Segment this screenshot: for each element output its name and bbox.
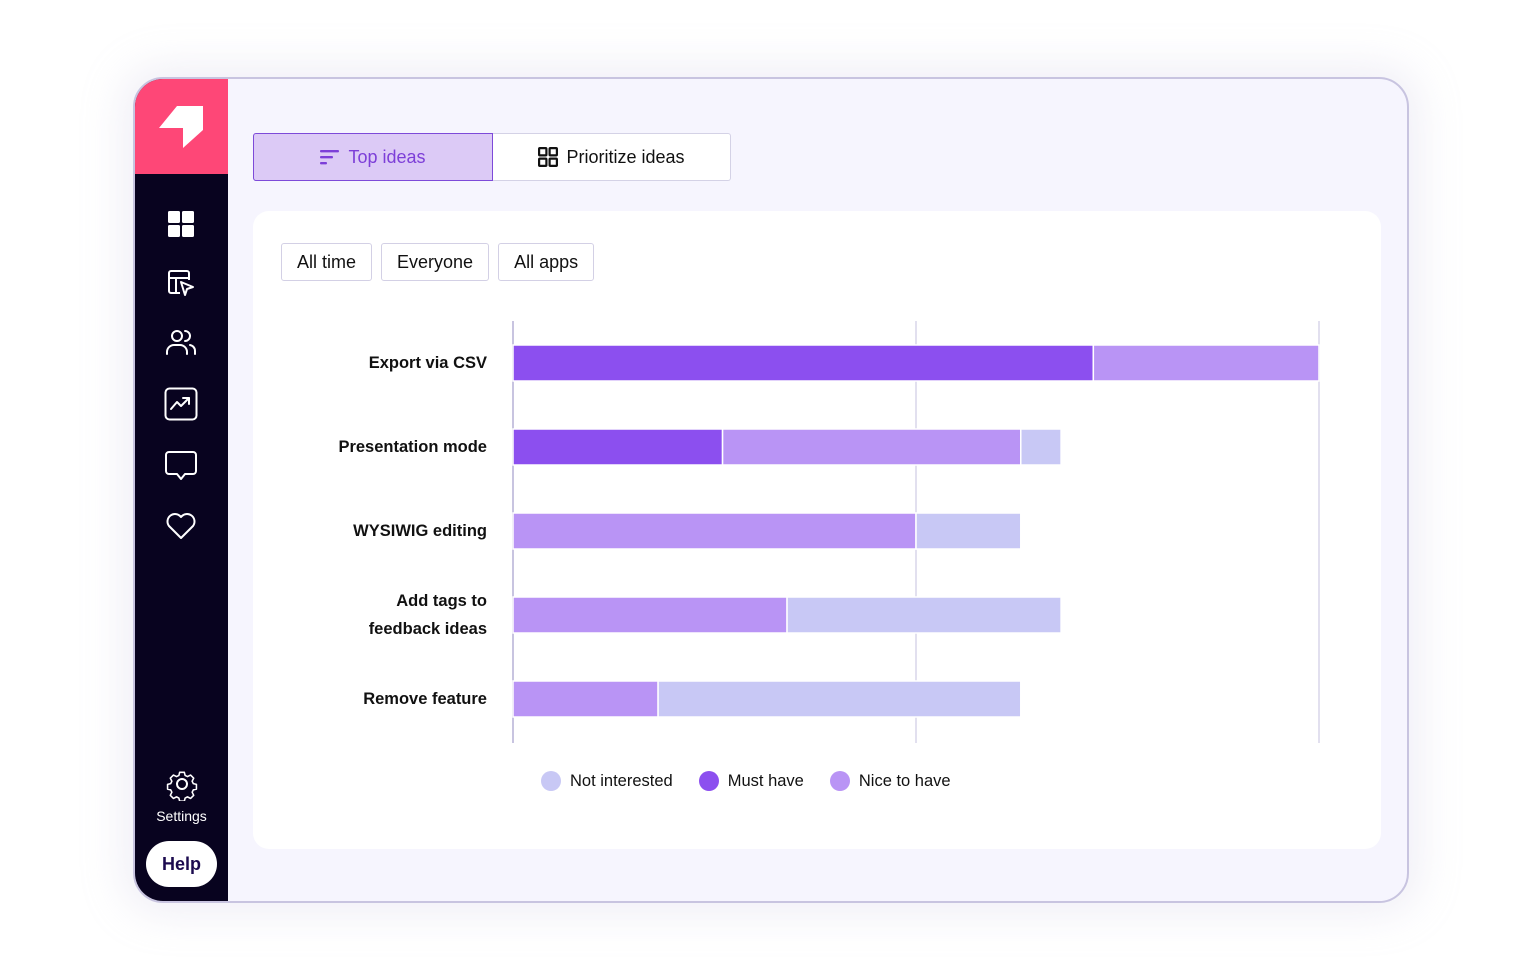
sort-lines-icon xyxy=(320,150,340,165)
help-button[interactable]: Help xyxy=(146,841,217,887)
message-icon xyxy=(165,451,197,480)
gear-icon xyxy=(166,771,197,802)
sidebar: Settings Help xyxy=(135,79,228,901)
logo-arrow-icon xyxy=(158,105,203,148)
category-label-line: Export via CSV xyxy=(368,354,487,372)
legend-swatch xyxy=(829,771,850,791)
chart-legend: Not interested Must have Nice to have xyxy=(541,771,951,791)
ideas-bar-chart: Export via CSV Presentation mode WYSIWIG e… xyxy=(253,211,1381,849)
category-label-line: feedback ideas xyxy=(368,620,487,638)
category-label: Export via CSV xyxy=(267,349,487,377)
view-tabs: Top ideas Prioritize ideas xyxy=(253,133,731,181)
category-label-line: WYSIWIG editing xyxy=(353,522,487,540)
bar-not-interested[interactable] xyxy=(915,512,1022,550)
bar-nice-to-have[interactable] xyxy=(512,596,788,634)
legend-item[interactable]: Not interested xyxy=(541,771,673,791)
bar-nice-to-have[interactable] xyxy=(721,428,1022,466)
legend-label: Must have xyxy=(727,771,804,790)
bar-must-have[interactable] xyxy=(512,428,724,466)
settings-label: Settings xyxy=(156,808,207,824)
bar-not-interested[interactable] xyxy=(1020,428,1062,466)
bar-not-interested[interactable] xyxy=(657,680,1022,718)
category-label: Remove feature xyxy=(267,685,487,713)
sidebar-item-settings[interactable]: Settings xyxy=(135,767,228,824)
brand-logo[interactable] xyxy=(135,79,228,174)
bar-not-interested[interactable] xyxy=(786,596,1062,634)
category-label: Presentation mode xyxy=(267,433,487,461)
sidebar-item-board[interactable] xyxy=(161,263,201,303)
category-label: WYSIWIG editing xyxy=(267,517,487,545)
category-label-line: Remove feature xyxy=(363,690,487,708)
tab-top-ideas[interactable]: Top ideas xyxy=(253,133,493,181)
layout-cursor-icon xyxy=(168,270,194,296)
bar-nice-to-have[interactable] xyxy=(1092,344,1320,382)
legend-item[interactable]: Nice to have xyxy=(829,771,951,791)
bar-must-have[interactable] xyxy=(512,344,1095,382)
grid-icon xyxy=(168,211,194,237)
category-label-line: Presentation mode xyxy=(338,438,487,456)
bar-nice-to-have[interactable] xyxy=(512,512,917,550)
category-label-line: Add tags to xyxy=(396,592,487,610)
grid-outline-icon xyxy=(538,147,559,167)
sidebar-item-favorites[interactable] xyxy=(161,506,201,546)
legend-swatch xyxy=(541,771,561,791)
trend-chart-icon xyxy=(164,387,198,421)
top-ideas-card: All time Everyone All apps Export via CS… xyxy=(253,211,1381,849)
app-window: Settings Help Top ideas Prioritize ideas xyxy=(133,77,1409,903)
tab-prioritize-ideas[interactable]: Prioritize ideas xyxy=(493,133,731,181)
users-icon xyxy=(166,330,197,355)
category-label: Add tags to feedback ideas xyxy=(267,587,487,643)
sidebar-item-users[interactable] xyxy=(161,322,201,362)
sidebar-item-feedback[interactable] xyxy=(161,446,201,486)
tab-prioritize-ideas-label: Prioritize ideas xyxy=(566,146,685,167)
sidebar-item-dashboard[interactable] xyxy=(161,204,201,244)
tab-top-ideas-label: Top ideas xyxy=(348,146,426,167)
heart-icon xyxy=(166,513,196,539)
sidebar-item-analytics[interactable] xyxy=(161,384,201,424)
bar-nice-to-have[interactable] xyxy=(512,680,659,718)
legend-label: Nice to have xyxy=(858,771,951,790)
legend-label: Not interested xyxy=(570,771,673,790)
legend-item[interactable]: Must have xyxy=(698,771,804,791)
legend-swatch xyxy=(698,771,719,791)
